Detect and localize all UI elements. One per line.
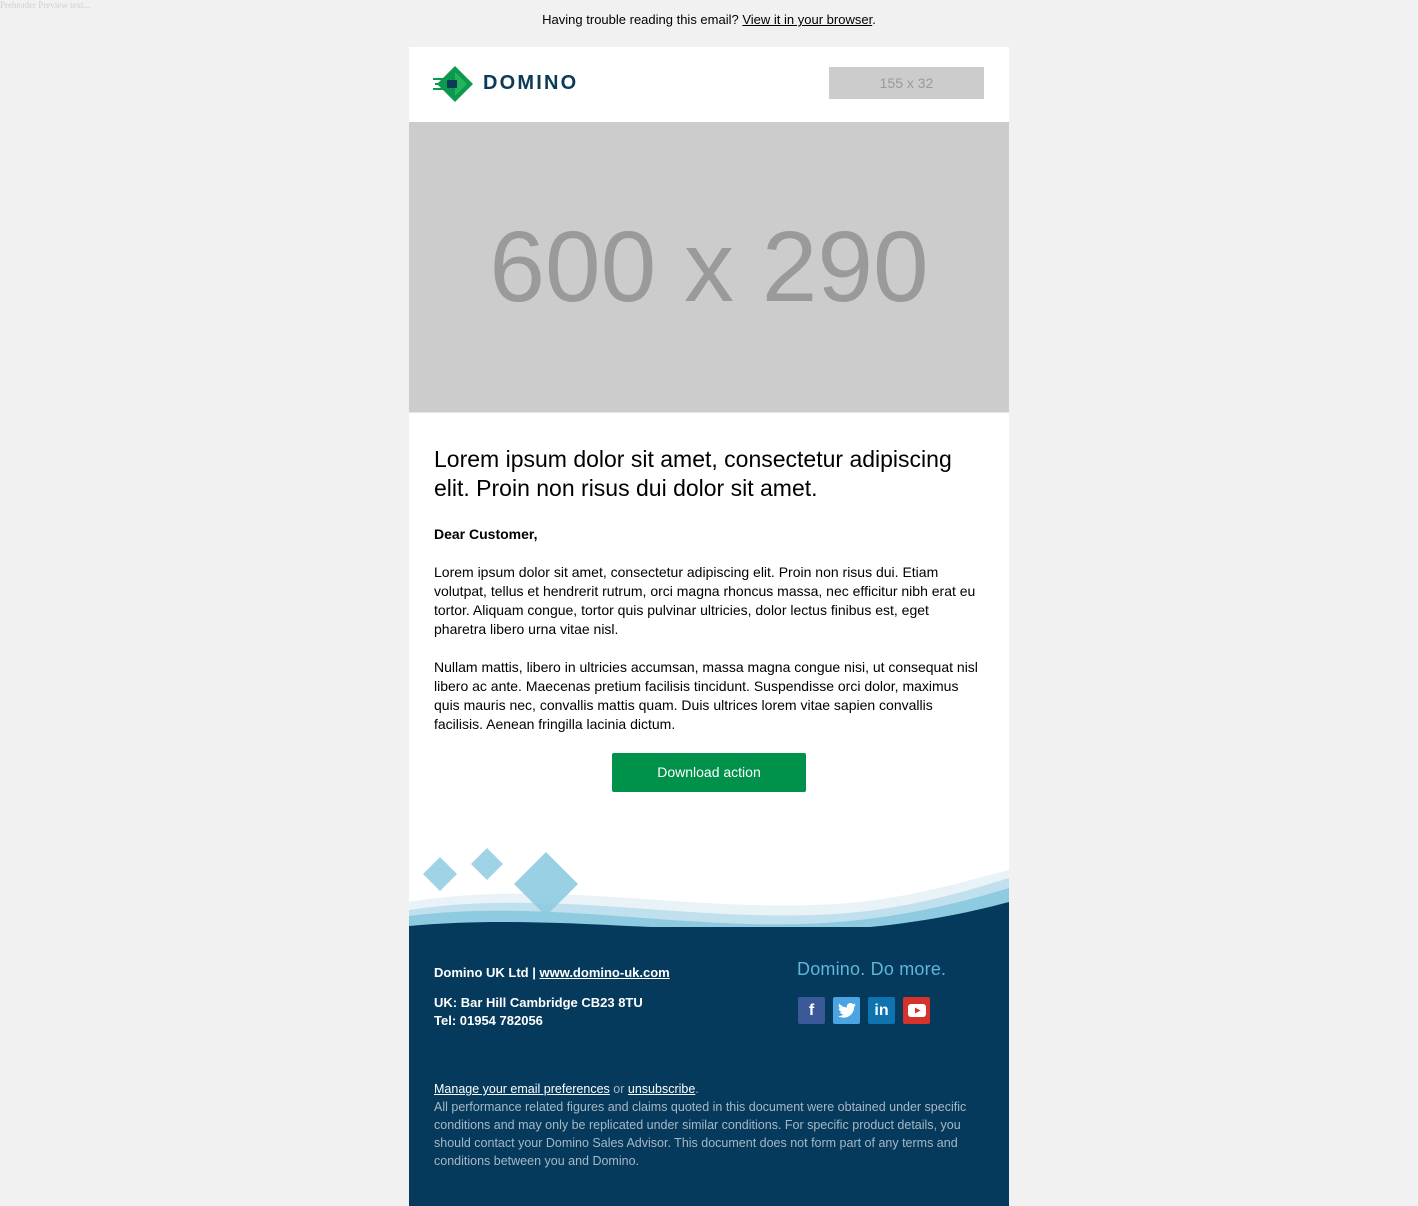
company-line: Domino UK Ltd | www.domino-uk.com	[434, 965, 670, 980]
disclaimer-text: All performance related figures and clai…	[434, 1100, 967, 1168]
tagline: Domino. Do more.	[797, 959, 947, 979]
logo-wordmark: DOMINO	[483, 72, 579, 94]
email-header: DOMINO 155 x 32	[409, 47, 1009, 122]
hero-image-placeholder: 600 x 290	[409, 122, 1009, 413]
view-in-browser-link[interactable]: View it in your browser	[742, 12, 872, 27]
cta-wrapper: Download action	[434, 753, 984, 792]
or-text: or	[613, 1082, 625, 1096]
header-image-placeholder: 155 x 32	[829, 67, 984, 99]
diamond-shape-2	[471, 848, 503, 880]
email-body: Lorem ipsum dolor sit amet, consectetur …	[409, 413, 1009, 792]
body-paragraph-1: Lorem ipsum dolor sit amet, consectetur …	[434, 564, 976, 637]
view-in-browser-bar: Having trouble reading this email? View …	[0, 11, 1418, 28]
address-block: UK: Bar Hill Cambridge CB23 8TU Tel: 019…	[434, 994, 643, 1030]
preheader-text: Preheader Preview text...	[0, 0, 91, 10]
unsubscribe-link[interactable]: unsubscribe	[628, 1082, 695, 1096]
trouble-reading-text: Having trouble reading this email?	[542, 12, 739, 27]
legal-period: .	[695, 1082, 699, 1096]
address-line: UK: Bar Hill Cambridge CB23 8TU	[434, 995, 643, 1010]
diamond-shape-1	[423, 857, 457, 891]
download-action-button[interactable]: Download action	[612, 753, 806, 792]
body-paragraph-2: Nullam mattis, libero in ultricies accum…	[434, 659, 978, 732]
legal-block: Manage your email preferences or unsubsc…	[434, 1080, 979, 1170]
email-container: DOMINO 155 x 32 600 x 290 Lorem ipsum do…	[409, 47, 1009, 1206]
linkedin-icon[interactable]: in	[868, 997, 895, 1024]
website-link[interactable]: www.domino-uk.com	[539, 965, 669, 980]
greeting: Dear Customer,	[434, 526, 538, 542]
email-footer: Domino UK Ltd | www.domino-uk.com UK: Ba…	[409, 927, 1009, 1206]
twitter-icon[interactable]	[833, 997, 860, 1024]
youtube-icon[interactable]	[903, 997, 930, 1024]
company-name: Domino UK Ltd |	[434, 965, 536, 980]
telephone: Tel: 01954 782056	[434, 1013, 543, 1028]
manage-preferences-link[interactable]: Manage your email preferences	[434, 1082, 610, 1096]
social-links: f in	[798, 997, 930, 1024]
topbar-period: .	[872, 12, 876, 27]
headline: Lorem ipsum dolor sit amet, consectetur …	[434, 446, 952, 501]
facebook-icon[interactable]: f	[798, 997, 825, 1024]
